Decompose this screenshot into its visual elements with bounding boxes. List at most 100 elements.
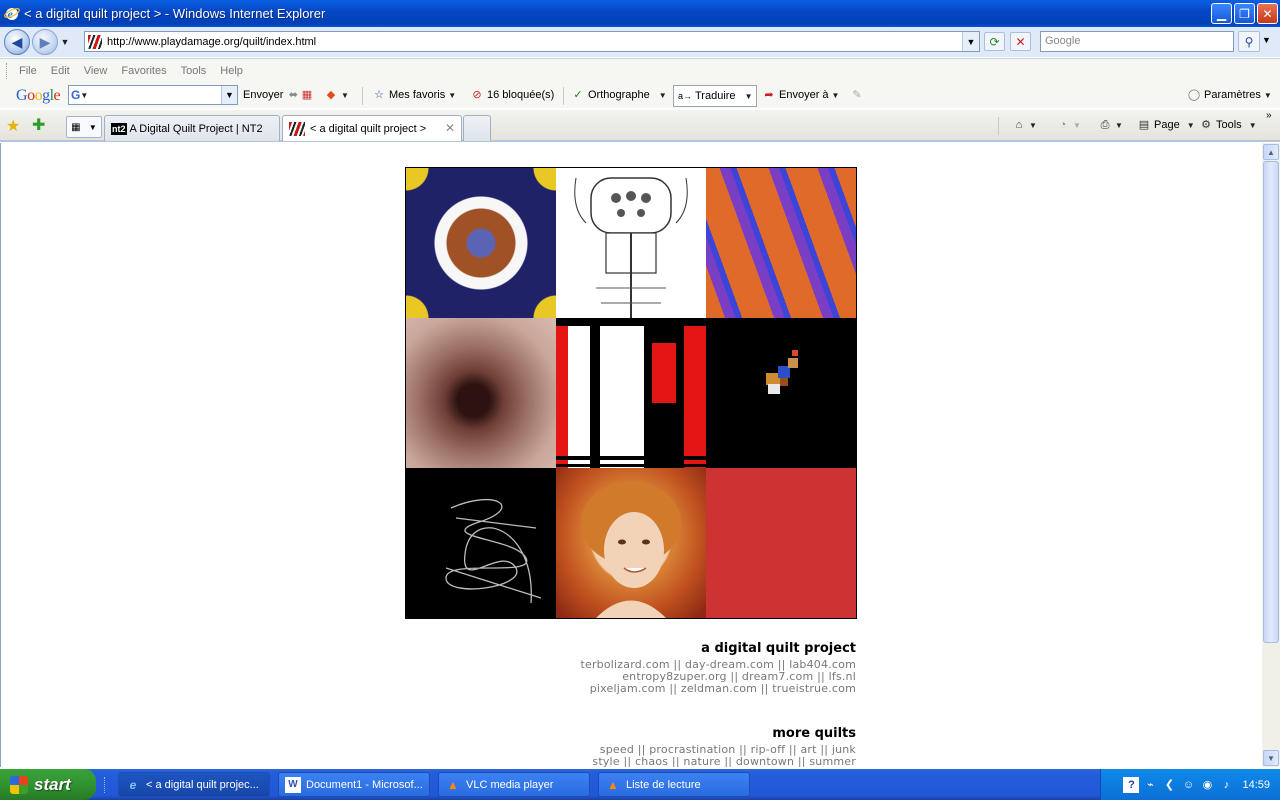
red-letter-drawing	[556, 318, 706, 467]
address-dropdown[interactable]: ▼	[962, 32, 979, 51]
spellcheck-button[interactable]: ✓ Orthographe ▼	[571, 88, 667, 102]
settings-button[interactable]: ◯ Paramètres ▼	[1187, 88, 1272, 102]
quilt-patch-portrait[interactable]	[556, 468, 706, 618]
quilt-patch-mouth[interactable]	[406, 318, 556, 468]
close-tab-icon[interactable]: ✕	[445, 121, 455, 135]
bookmarks-button[interactable]: ☆ Mes favoris ▼	[372, 88, 456, 102]
settings-label: Paramètres	[1204, 89, 1261, 101]
toolbar-separator	[362, 87, 363, 105]
start-button[interactable]: start	[0, 769, 96, 800]
back-button[interactable]: ◀	[4, 29, 30, 55]
popup-blocker-button[interactable]: ⊘ 16 bloquée(s)	[470, 88, 554, 102]
more-quilts-line[interactable]: style || chaos || nature || downtown || …	[592, 756, 856, 768]
google-send-button[interactable]: Envoyer ⬌	[243, 88, 300, 102]
feeds-button[interactable]: ◔ ▼	[1056, 118, 1081, 132]
vertical-scrollbar[interactable]: ▲ ▼	[1262, 143, 1280, 767]
settings-dropdown-icon: ▼	[1263, 90, 1272, 100]
history-dropdown[interactable]: ▼	[58, 37, 72, 47]
quilt-patch-red[interactable]	[706, 468, 856, 618]
page-menu-button[interactable]: ▤ Page ▼	[1137, 118, 1195, 132]
translate-button[interactable]: a→ Traduire ▼	[673, 85, 758, 107]
toolbar-overflow-chevron-icon[interactable]: »	[1266, 110, 1272, 121]
quilt-patch-pixel-sprite[interactable]	[706, 318, 856, 468]
search-input[interactable]: Google	[1040, 31, 1234, 52]
add-favorite-icon[interactable]: ✚	[32, 115, 45, 135]
new-tab-button[interactable]	[463, 115, 491, 141]
page-icon: ▤	[1138, 119, 1150, 131]
menu-file[interactable]: File	[19, 65, 37, 77]
task-word-document[interactable]: W Document1 - Microsof...	[278, 772, 430, 797]
home-button[interactable]: ⌂ ▼	[1012, 118, 1037, 132]
google-search-input[interactable]: G ▼ ▼	[68, 85, 238, 105]
spellcheck-icon: ✓	[573, 89, 583, 101]
search-button[interactable]: ⚲	[1238, 31, 1260, 52]
send-to-dropdown-icon: ▼	[831, 90, 840, 100]
quilt-patch-tile[interactable]	[406, 168, 556, 318]
toolbar-grip	[6, 63, 9, 79]
quilt-patch-psychedelic[interactable]	[706, 168, 856, 318]
printer-icon: ⎙	[1100, 119, 1110, 131]
close-button[interactable]: ✕	[1257, 3, 1278, 24]
home-dropdown-icon: ▼	[1029, 120, 1037, 130]
show-hidden-icons-chevron-icon[interactable]: ❮	[1161, 777, 1177, 793]
maximize-button[interactable]: ❐	[1234, 3, 1255, 24]
google-g-dropdown[interactable]: ▼	[80, 91, 88, 100]
translate-dropdown-icon: ▼	[744, 91, 753, 101]
highlighter-icon: ✎	[852, 89, 862, 101]
menu-favorites[interactable]: Favorites	[121, 65, 166, 77]
task-vlc-playlist[interactable]: ▲ Liste de lecture	[598, 772, 750, 797]
translate-label: Traduire	[695, 90, 736, 102]
google-news-button[interactable]: ▦	[300, 88, 314, 102]
send-to-button[interactable]: ➦ Envoyer à ▼	[762, 88, 839, 102]
tab-digital-quilt[interactable]: < a digital quilt project > ✕	[282, 115, 462, 141]
address-bar[interactable]: http://www.playdamage.org/quilt/index.ht…	[84, 31, 980, 52]
refresh-button[interactable]: ⟳	[984, 32, 1005, 51]
stop-button[interactable]: ✕	[1010, 32, 1031, 51]
more-quilts-section: more quilts speed || procrastination || …	[592, 726, 856, 767]
google-apps-button[interactable]: ◆ ▼	[324, 88, 349, 102]
menu-help[interactable]: Help	[220, 65, 243, 77]
volume-icon[interactable]: ♪	[1218, 777, 1234, 793]
task-vlc-player[interactable]: ▲ VLC media player	[438, 772, 590, 797]
google-logo[interactable]: Google	[16, 87, 61, 105]
quilt-patch-scribble[interactable]	[406, 468, 556, 618]
menu-tools[interactable]: Tools	[181, 65, 207, 77]
search-options-dropdown[interactable]: ▼	[1262, 35, 1271, 45]
taskbar: start e < a digital quilt projec... W Do…	[0, 769, 1280, 800]
tools-menu-label: Tools	[1216, 119, 1242, 131]
portrait-drawing	[581, 481, 681, 618]
quick-tabs-button[interactable]: ▦ ▼	[66, 116, 102, 138]
highlight-button[interactable]: ✎	[850, 88, 864, 102]
system-tray: ? ⌁ ❮ ☺ ◉ ♪ 14:59	[1100, 769, 1280, 800]
google-search-dropdown[interactable]: ▼	[221, 86, 237, 104]
menu-edit[interactable]: Edit	[51, 65, 70, 77]
antivirus-icon[interactable]: ◉	[1199, 777, 1215, 793]
menu-view[interactable]: View	[84, 65, 108, 77]
tools-menu-button[interactable]: ⚙ Tools ▼	[1199, 118, 1257, 132]
quilt-favicon-icon	[289, 121, 305, 136]
start-label: start	[34, 774, 71, 794]
minimize-button[interactable]: ▁	[1211, 3, 1232, 24]
quilt-grid	[405, 167, 857, 619]
quilt-patch-sketch[interactable]	[556, 168, 706, 318]
address-url[interactable]: http://www.playdamage.org/quilt/index.ht…	[107, 36, 316, 48]
tab-label: < a digital quilt project >	[310, 122, 427, 135]
task-label: Document1 - Microsof...	[306, 778, 423, 791]
print-button[interactable]: ⎙ ▼	[1098, 118, 1123, 132]
tab-nt2[interactable]: nt2 A Digital Quilt Project | NT2	[104, 115, 280, 141]
scroll-up-button[interactable]: ▲	[1263, 144, 1279, 160]
network-icon[interactable]: ⌁	[1142, 777, 1158, 793]
task-ie-quilt[interactable]: e < a digital quilt projec...	[118, 772, 270, 797]
stop-icon: ✕	[1015, 34, 1026, 49]
page-dropdown-icon: ▼	[1186, 120, 1195, 130]
quilt-links-line[interactable]: pixeljam.com || zeldman.com || trueistru…	[580, 683, 856, 695]
page-menu-label: Page	[1154, 119, 1180, 131]
scroll-down-button[interactable]: ▼	[1263, 750, 1279, 766]
help-icon[interactable]: ?	[1123, 776, 1140, 793]
favorites-center-icon[interactable]: ★	[6, 116, 20, 136]
spellcheck-dropdown-icon: ▼	[658, 90, 667, 100]
forward-button[interactable]: ▶	[32, 29, 58, 55]
scroll-thumb[interactable]	[1263, 161, 1279, 643]
messenger-icon[interactable]: ☺	[1180, 777, 1196, 793]
quilt-patch-red-letter[interactable]	[556, 318, 706, 468]
